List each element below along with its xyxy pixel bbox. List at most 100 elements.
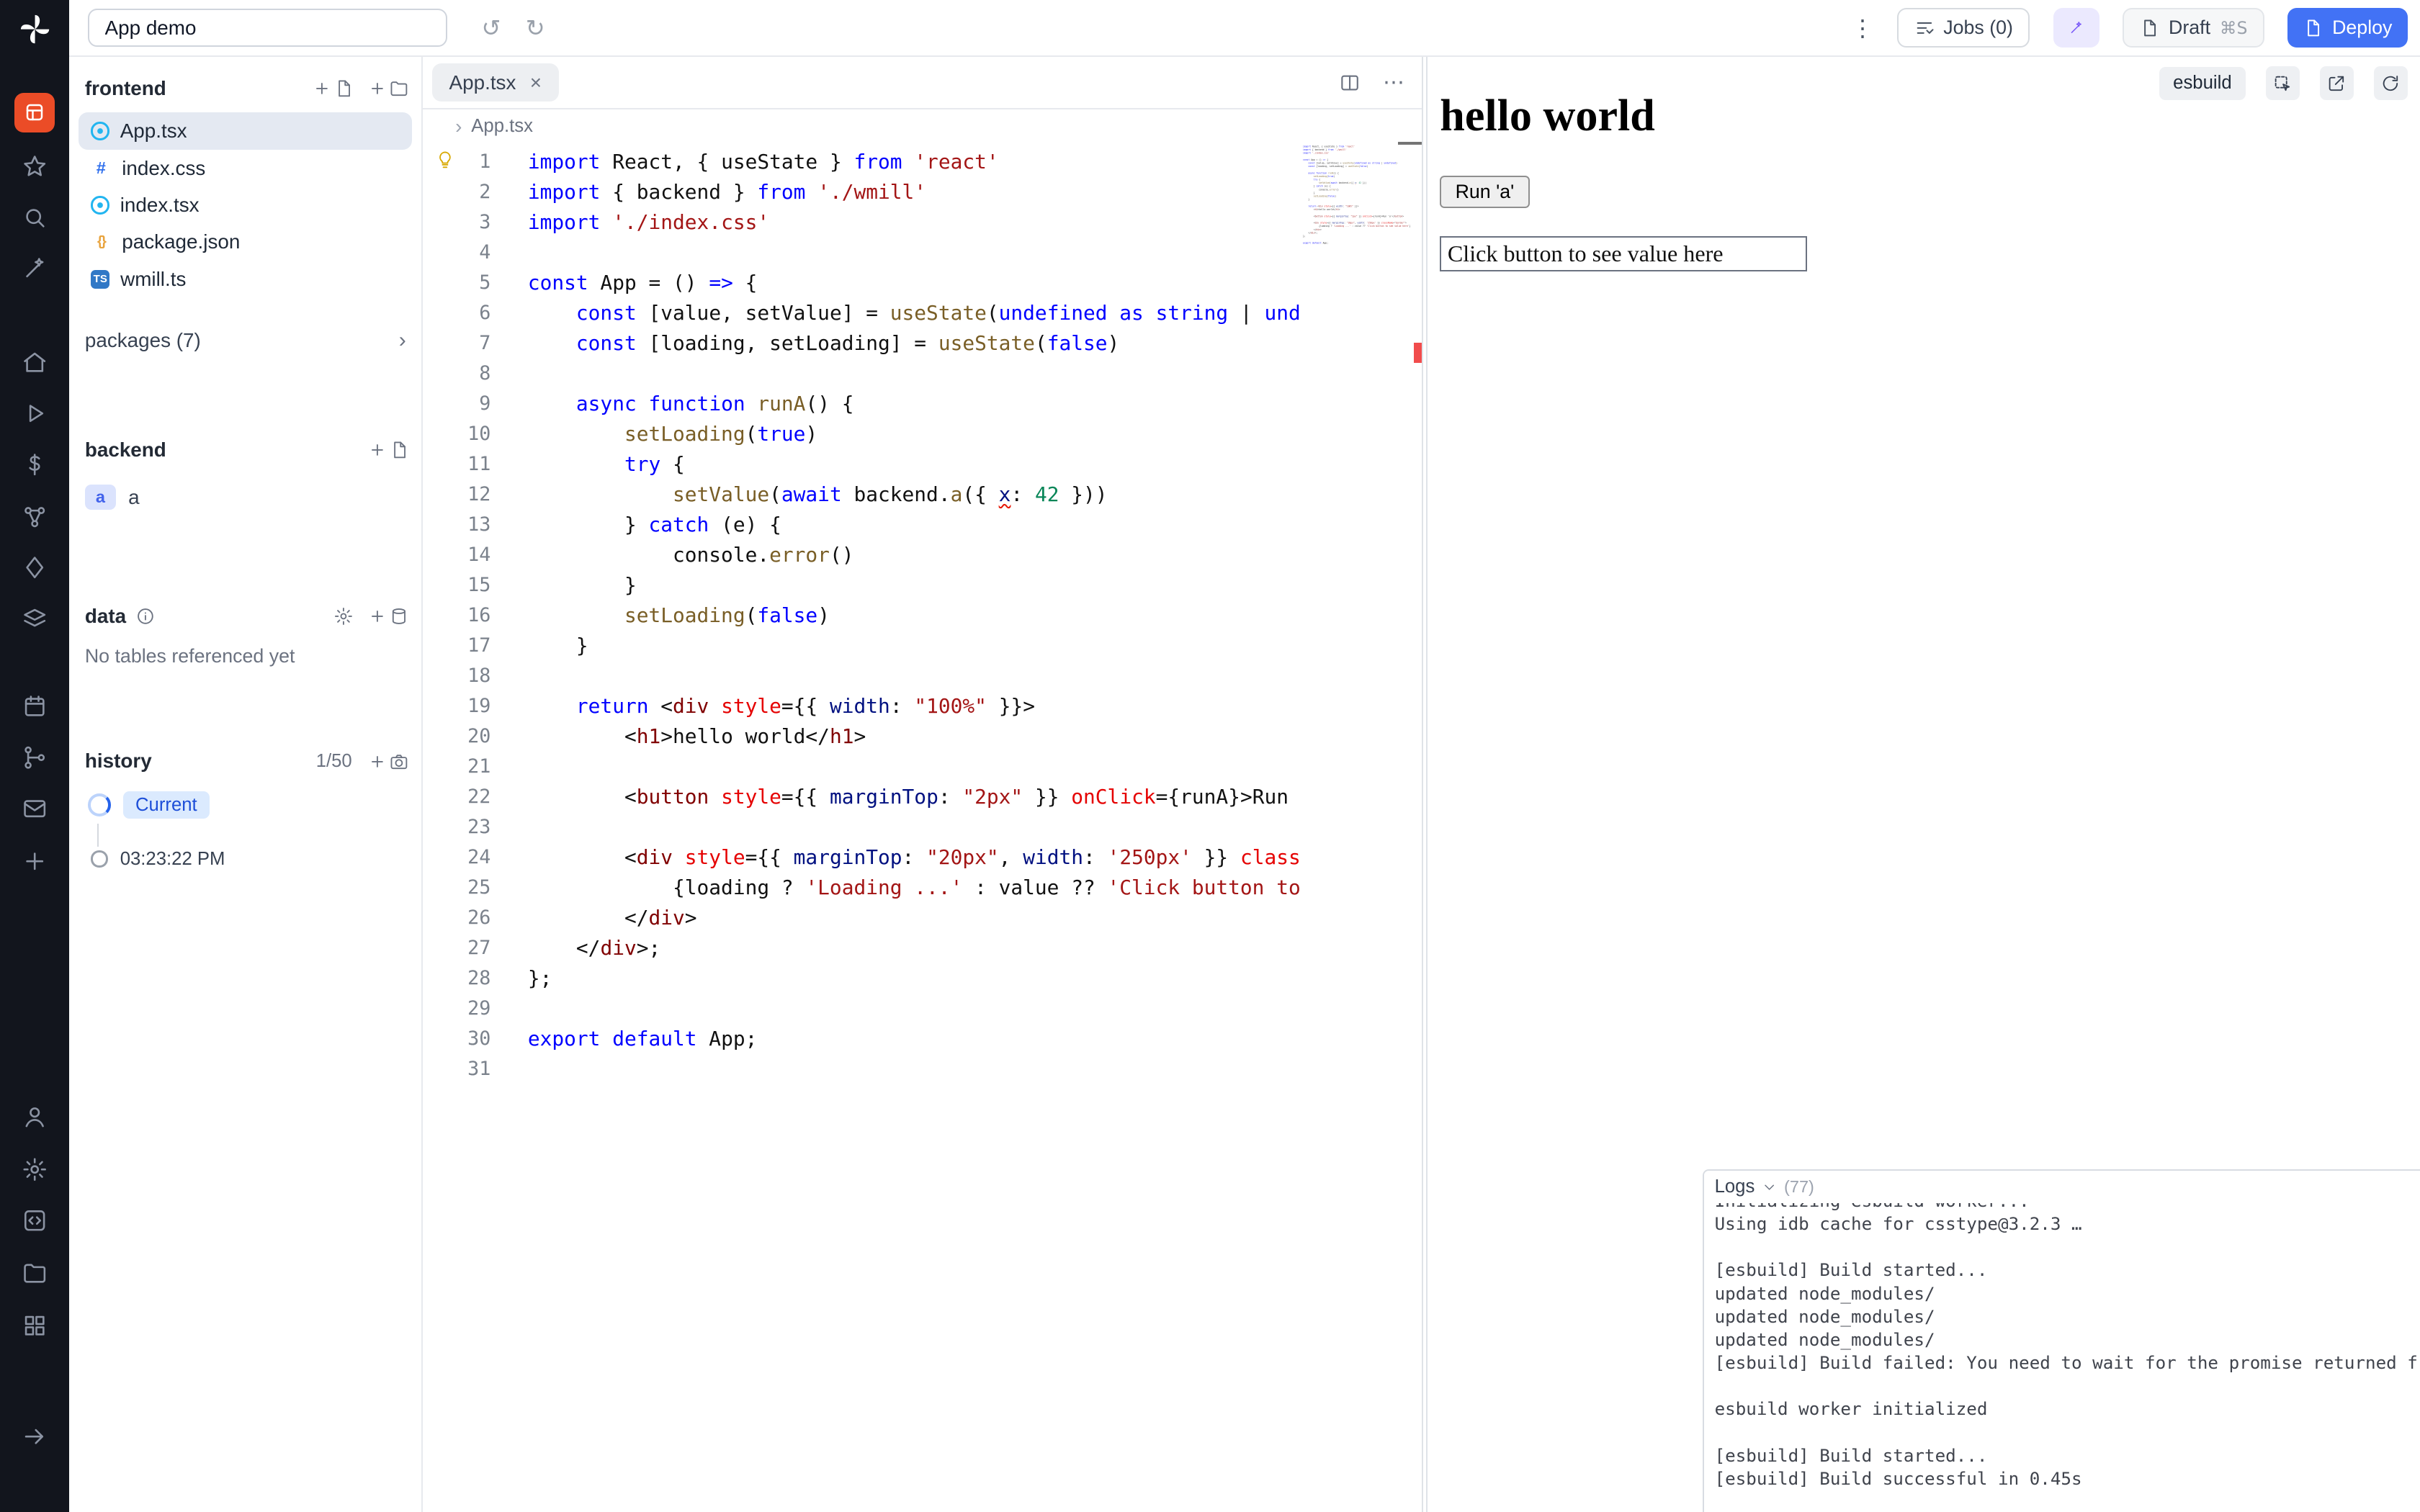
editor-menu-icon[interactable]: ⋯ (1383, 70, 1404, 95)
code-line[interactable]: setLoading(true) (528, 419, 1299, 449)
file-name: index.tsx (120, 194, 200, 217)
code-area[interactable]: 1234567891011121314151617181920212223242… (423, 142, 1423, 1512)
collapse-rail-arrow-icon[interactable] (0, 1418, 69, 1454)
file-item-index.css[interactable]: #index.css (79, 150, 412, 186)
add-item-icon[interactable] (0, 842, 69, 879)
code-line[interactable]: <h1>hello world</h1> (528, 721, 1299, 752)
code-line[interactable]: setValue(await backend.a({ x: 42 })) (528, 480, 1299, 510)
nav-apps-icon[interactable] (0, 93, 69, 133)
code-line[interactable]: const [value, setValue] = useState(undef… (528, 298, 1299, 328)
code-line[interactable]: }; (528, 963, 1299, 994)
code-line[interactable]: try { (528, 449, 1299, 480)
code-line[interactable]: async function runA() { (528, 389, 1299, 419)
undo-icon[interactable]: ↺ (482, 14, 501, 42)
file-item-index.tsx[interactable]: index.tsx (79, 186, 412, 223)
file-item-App.tsx[interactable]: App.tsx (79, 112, 412, 149)
packages-row[interactable]: packages (7) › (85, 328, 406, 353)
flows-icon[interactable] (0, 739, 69, 775)
data-settings-button[interactable] (333, 606, 354, 626)
inspect-select-button[interactable] (2266, 66, 2300, 100)
history-timeline-connector (97, 824, 99, 847)
code-content[interactable]: import React, { useState } from 'react'i… (528, 147, 1299, 1084)
code-line[interactable]: } (528, 631, 1299, 661)
resources-icon[interactable] (0, 498, 69, 535)
ai-wand-icon[interactable] (0, 250, 69, 287)
backend-section-header: backend (85, 438, 409, 462)
line-number: 18 (451, 661, 491, 691)
code-line[interactable] (528, 661, 1299, 691)
log-line: [esbuild] Build started... (1715, 1259, 2409, 1282)
add-file-button[interactable] (312, 78, 354, 99)
history-add-snapshot-button[interactable] (367, 752, 409, 772)
code-line[interactable]: <button style={{ marginTop: "2px" }} onC… (528, 782, 1299, 812)
code-line[interactable]: import './index.css' (528, 207, 1299, 238)
schedules-icon[interactable] (0, 688, 69, 725)
more-options-kebab-icon[interactable]: ⋮ (1851, 14, 1874, 42)
code-line[interactable]: {loading ? 'Loading ...' : value ?? 'Cli… (528, 873, 1299, 903)
redo-icon[interactable]: ↻ (526, 14, 545, 42)
runs-icon[interactable] (0, 395, 69, 432)
minimap[interactable]: import React, { useState } from 'react'i… (1303, 145, 1414, 361)
ai-assistant-button[interactable] (2053, 8, 2099, 48)
variables-icon[interactable] (0, 446, 69, 482)
preview-run-a-button[interactable]: Run 'a' (1440, 176, 1529, 208)
close-tab-icon[interactable]: × (530, 73, 542, 93)
code-line[interactable]: import React, { useState } from 'react' (528, 147, 1299, 177)
code-line[interactable]: setLoading(false) (528, 600, 1299, 631)
code-line[interactable] (528, 812, 1299, 842)
code-line[interactable]: </div>; (528, 933, 1299, 963)
code-line[interactable]: const [loading, setLoading] = useState(f… (528, 328, 1299, 359)
backend-runnable-a[interactable]: a a (85, 485, 140, 510)
logs-title[interactable]: Logs (1715, 1176, 1755, 1197)
history-current-item[interactable]: Current (88, 791, 210, 819)
code-line[interactable]: export default App; (528, 1024, 1299, 1054)
log-line (1715, 1421, 2409, 1444)
split-editor-icon[interactable] (1338, 71, 1361, 94)
data-info-icon[interactable] (135, 606, 156, 626)
code-line[interactable]: import { backend } from './wmill' (528, 177, 1299, 207)
refresh-preview-button[interactable] (2374, 66, 2408, 100)
code-line[interactable] (528, 238, 1299, 268)
panel-resize-handle[interactable] (1422, 57, 1428, 1512)
assets-icon[interactable] (0, 549, 69, 586)
settings-gear-icon[interactable] (0, 1151, 69, 1188)
deploy-button[interactable]: Deploy (2287, 8, 2408, 48)
code-line[interactable]: } catch (e) { (528, 510, 1299, 540)
draft-button[interactable]: Draft ⌘S (2123, 8, 2264, 48)
add-table-button[interactable] (367, 606, 409, 626)
folders-icon[interactable] (0, 1254, 69, 1291)
code-line[interactable]: const App = () => { (528, 268, 1299, 298)
chevron-down-icon[interactable] (1762, 1180, 1776, 1194)
workers-icon[interactable] (0, 600, 69, 637)
file-item-wmill.ts[interactable]: TSwmill.ts (79, 261, 412, 297)
triggers-mail-icon[interactable] (0, 790, 69, 827)
breadcrumb[interactable]: › App.tsx (423, 109, 1423, 143)
jobs-button[interactable]: Jobs (0) (1897, 8, 2030, 48)
open-external-button[interactable] (2320, 66, 2354, 100)
add-folder-button[interactable] (367, 78, 409, 99)
nav-favorites-icon[interactable] (0, 148, 69, 185)
code-line[interactable] (528, 994, 1299, 1024)
file-item-package.json[interactable]: {}package.json (79, 224, 412, 261)
code-line[interactable] (528, 359, 1299, 389)
log-lines[interactable]: Initializing esbuild worker...Using idb … (1704, 1171, 2420, 1512)
app-name-input[interactable] (88, 9, 447, 48)
history-snapshot-item[interactable]: 03:23:22 PM (91, 849, 225, 870)
code-line[interactable]: } (528, 570, 1299, 600)
workspace-grid-icon[interactable] (0, 1307, 69, 1344)
code-line[interactable]: console.error() (528, 540, 1299, 570)
code-line[interactable]: </div> (528, 903, 1299, 933)
code-line[interactable] (528, 752, 1299, 782)
home-icon[interactable] (0, 344, 69, 381)
dev-codebox-icon[interactable] (0, 1202, 69, 1238)
code-line[interactable]: <div style={{ marginTop: "20px", width: … (528, 842, 1299, 873)
code-line[interactable] (528, 1054, 1299, 1084)
jobs-button-label: Jobs (0) (1943, 17, 2013, 39)
code-line[interactable]: return <div style={{ width: "100%" }}> (528, 691, 1299, 721)
user-icon[interactable] (0, 1099, 69, 1135)
logs-count: (77) (1784, 1177, 1814, 1197)
windmill-logo-icon[interactable] (0, 11, 69, 48)
add-runnable-button[interactable] (367, 440, 409, 460)
search-icon[interactable] (0, 199, 69, 235)
tab-app-tsx[interactable]: App.tsx × (432, 63, 559, 102)
